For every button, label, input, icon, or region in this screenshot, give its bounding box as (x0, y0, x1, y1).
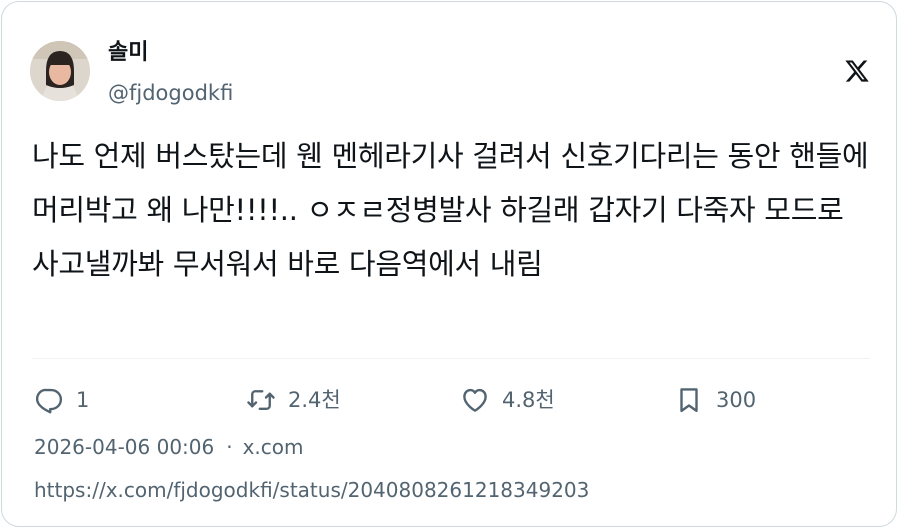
like-button[interactable]: 4.8천 (460, 382, 555, 418)
avatar[interactable] (30, 41, 90, 101)
reply-button[interactable]: 1 (34, 382, 89, 418)
bookmark-button[interactable]: 300 (674, 382, 756, 418)
display-name[interactable]: 솔미 (108, 38, 148, 68)
heart-icon (460, 385, 490, 415)
reply-count: 1 (76, 388, 90, 412)
divider (32, 358, 870, 359)
meta-separator: · (226, 435, 233, 459)
retweet-count: 2.4천 (288, 388, 341, 412)
reply-icon (34, 385, 64, 415)
tweet-text: 나도 언제 버스탔는데 웬 멘헤라기사 걸려서 신호기다리는 동안 핸들에 머리… (32, 139, 878, 281)
bookmark-count: 300 (716, 388, 757, 412)
tweet-meta: 2026-04-06 00:06 · x.com (34, 432, 304, 462)
source-link[interactable]: x.com (243, 435, 304, 459)
user-handle[interactable]: @fjdogodkfi (108, 78, 233, 108)
tweet-url[interactable]: https://x.com/fjdogodkfi/status/20408082… (34, 475, 589, 505)
retweet-button[interactable]: 2.4천 (246, 382, 341, 418)
tweet-card: 솔미 @fjdogodkfi 나도 언제 버스탔는데 웬 멘헤라기사 걸려서 신… (1, 1, 897, 527)
like-count: 4.8천 (502, 388, 555, 412)
timestamp[interactable]: 2026-04-06 00:06 (34, 435, 214, 459)
bookmark-icon (674, 385, 704, 415)
x-logo-icon[interactable] (844, 58, 870, 84)
retweet-icon (246, 385, 276, 415)
